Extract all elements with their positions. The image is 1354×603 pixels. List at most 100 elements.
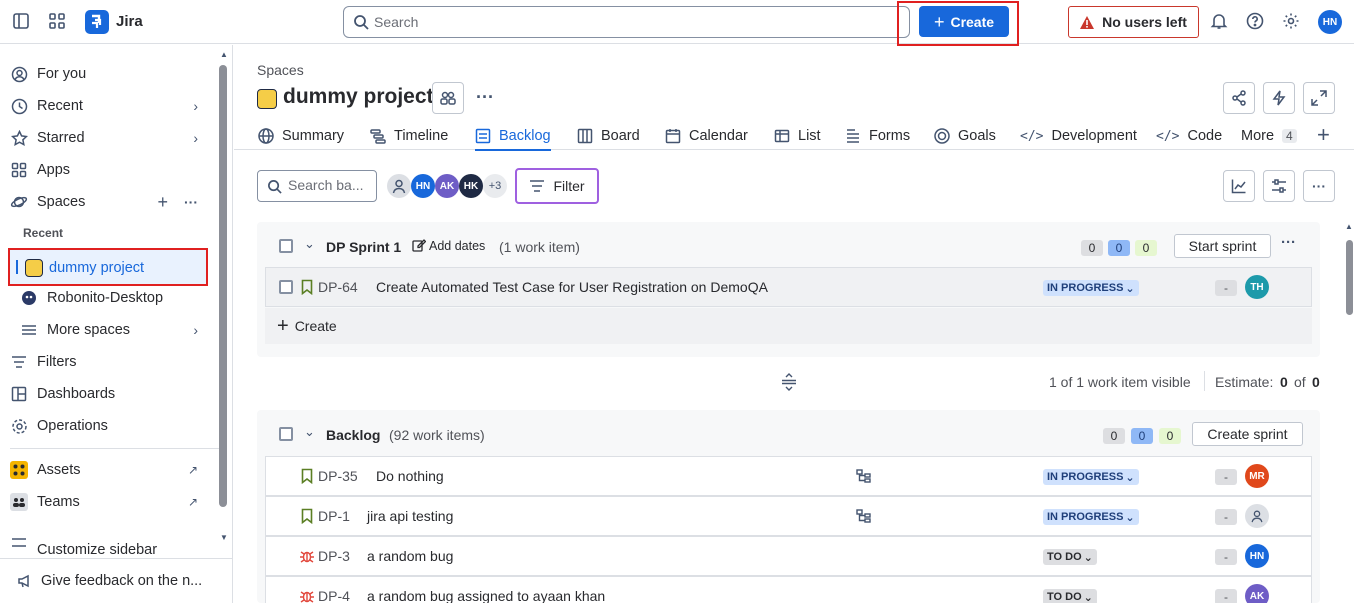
sidebar-item-customize[interactable]: Customize sidebar xyxy=(10,531,210,555)
share-icon[interactable] xyxy=(1223,82,1255,114)
backlog-select-checkbox[interactable] xyxy=(279,427,293,441)
add-dates-link[interactable]: Add dates xyxy=(429,239,485,253)
table-row[interactable]: DP-1 jira api testing IN PROGRESS ⌄ - xyxy=(265,496,1312,536)
chevron-right-icon[interactable]: › xyxy=(193,98,198,114)
sidebar-item-starred[interactable]: Starred › xyxy=(10,123,210,153)
add-space-icon[interactable]: + xyxy=(157,192,168,213)
issue-key[interactable]: DP-3 xyxy=(318,548,350,564)
estimate-badge[interactable]: - xyxy=(1215,549,1237,565)
notifications-bell-icon[interactable] xyxy=(1208,10,1230,32)
sidebar-item-teams[interactable]: Teams ↗ xyxy=(10,487,210,517)
tab-more[interactable]: More 4 xyxy=(1241,122,1297,150)
child-issues-icon[interactable] xyxy=(856,469,872,483)
app-name[interactable]: Jira xyxy=(116,13,143,30)
sidebar-item-filters[interactable]: Filters xyxy=(10,347,210,377)
create-button[interactable]: + Create xyxy=(919,6,1009,37)
sidebar-item-dummy-project[interactable]: dummy project xyxy=(8,248,208,286)
status-dropdown[interactable]: IN PROGRESS ⌄ xyxy=(1043,509,1139,525)
unassigned-avatar[interactable] xyxy=(387,174,411,198)
assignee-avatar[interactable]: AK xyxy=(1245,584,1269,603)
sidebar-item-dashboards[interactable]: Dashboards xyxy=(10,379,210,409)
more-options-icon[interactable]: ··· xyxy=(184,194,198,210)
create-issue-button[interactable]: + Create xyxy=(265,308,1312,344)
sidebar-item-for-you[interactable]: For you xyxy=(10,59,210,89)
global-search[interactable] xyxy=(343,6,910,38)
user-avatar[interactable]: HN xyxy=(1318,10,1342,34)
give-feedback-button[interactable]: Give feedback on the n... xyxy=(0,558,232,603)
backlog-search-input[interactable] xyxy=(288,177,373,193)
tab-backlog[interactable]: Backlog xyxy=(475,122,551,151)
row-checkbox[interactable] xyxy=(279,280,293,294)
more-actions-icon[interactable]: ··· xyxy=(476,87,494,108)
tab-calendar[interactable]: Calendar xyxy=(665,122,748,150)
issue-summary[interactable]: Do nothing xyxy=(376,468,444,484)
status-dropdown[interactable]: IN PROGRESS ⌄ xyxy=(1043,469,1139,485)
estimate-badge[interactable]: - xyxy=(1215,509,1237,525)
app-switcher-icon[interactable] xyxy=(46,10,68,32)
insights-chart-icon[interactable] xyxy=(1223,170,1255,202)
issue-key[interactable]: DP-35 xyxy=(318,468,358,484)
issue-key[interactable]: DP-4 xyxy=(318,588,350,603)
tab-development[interactable]: </> Development xyxy=(1020,122,1137,150)
view-settings-icon[interactable] xyxy=(1263,170,1295,202)
fullscreen-icon[interactable] xyxy=(1303,82,1335,114)
add-tab-icon[interactable]: + xyxy=(1317,122,1330,148)
estimate-badge[interactable]: - xyxy=(1215,589,1237,603)
team-icon[interactable] xyxy=(432,82,464,114)
chevron-down-icon[interactable]: ⌄ xyxy=(304,236,315,252)
filter-button[interactable]: Filter xyxy=(515,168,599,204)
start-sprint-button[interactable]: Start sprint xyxy=(1174,234,1271,258)
chevron-right-icon[interactable]: › xyxy=(193,322,198,338)
issue-key[interactable]: DP-64 xyxy=(318,279,358,295)
external-link-icon[interactable]: ↗ xyxy=(188,463,198,477)
tab-timeline[interactable]: Timeline xyxy=(370,122,448,150)
issue-key[interactable]: DP-1 xyxy=(318,508,350,524)
edit-pencil-icon[interactable] xyxy=(412,238,427,255)
avatar-filter[interactable]: HN xyxy=(411,174,435,198)
help-icon[interactable] xyxy=(1244,10,1266,32)
assignee-avatar[interactable]: MR xyxy=(1245,464,1269,488)
issue-summary[interactable]: Create Automated Test Case for User Regi… xyxy=(376,279,768,295)
avatar-filter[interactable]: HK xyxy=(459,174,483,198)
main-scrollbar[interactable] xyxy=(1346,240,1353,315)
create-sprint-button[interactable]: Create sprint xyxy=(1192,422,1303,446)
table-row[interactable]: DP-3 a random bug TO DO ⌄ - HN xyxy=(265,536,1312,576)
sidebar-item-more-spaces[interactable]: More spaces › xyxy=(20,315,210,345)
tab-summary[interactable]: Summary xyxy=(258,122,344,150)
scroll-down-icon[interactable]: ▼ xyxy=(220,533,228,542)
more-options-icon[interactable]: ··· xyxy=(1303,170,1335,202)
table-row[interactable]: DP-64 Create Automated Test Case for Use… xyxy=(265,267,1312,307)
issue-summary[interactable]: a random bug xyxy=(367,548,453,564)
sidebar-item-apps[interactable]: Apps xyxy=(10,155,210,185)
search-input[interactable] xyxy=(374,12,894,32)
breadcrumb[interactable]: Spaces xyxy=(257,62,304,78)
status-dropdown[interactable]: TO DO ⌄ xyxy=(1043,549,1097,565)
automation-lightning-icon[interactable] xyxy=(1263,82,1295,114)
backlog-search[interactable] xyxy=(257,170,377,202)
table-row[interactable]: DP-4 a random bug assigned to ayaan khan… xyxy=(265,576,1312,603)
table-row[interactable]: DP-35 Do nothing IN PROGRESS ⌄ - MR xyxy=(265,456,1312,496)
sidebar-toggle-icon[interactable] xyxy=(10,10,32,32)
chevron-down-icon[interactable]: ⌄ xyxy=(304,424,315,440)
tab-code[interactable]: </> Code xyxy=(1156,122,1222,150)
more-options-icon[interactable]: ··· xyxy=(1281,234,1296,251)
issue-summary[interactable]: a random bug assigned to ayaan khan xyxy=(367,588,605,603)
sidebar-item-robonito-desktop[interactable]: Robonito-Desktop xyxy=(20,283,220,313)
tab-board[interactable]: Board xyxy=(577,122,640,150)
external-link-icon[interactable]: ↗ xyxy=(188,495,198,509)
sidebar-item-spaces[interactable]: Spaces + ··· xyxy=(10,187,210,217)
estimate-badge[interactable]: - xyxy=(1215,280,1237,296)
chevron-right-icon[interactable]: › xyxy=(193,130,198,146)
issue-summary[interactable]: jira api testing xyxy=(367,508,453,524)
tab-forms[interactable]: Forms xyxy=(845,122,910,150)
child-issues-icon[interactable] xyxy=(856,509,872,523)
assignee-avatar[interactable]: TH xyxy=(1245,275,1269,299)
scroll-up-icon[interactable]: ▲ xyxy=(1345,222,1353,231)
settings-gear-icon[interactable] xyxy=(1280,10,1302,32)
status-dropdown[interactable]: TO DO ⌄ xyxy=(1043,589,1097,603)
avatar-overflow[interactable]: +3 xyxy=(483,174,507,198)
sidebar-item-operations[interactable]: Operations xyxy=(10,411,210,441)
sidebar-item-recent[interactable]: Recent › xyxy=(10,91,210,121)
avatar-filter[interactable]: AK xyxy=(435,174,459,198)
sidebar-scrollbar[interactable] xyxy=(219,65,227,507)
